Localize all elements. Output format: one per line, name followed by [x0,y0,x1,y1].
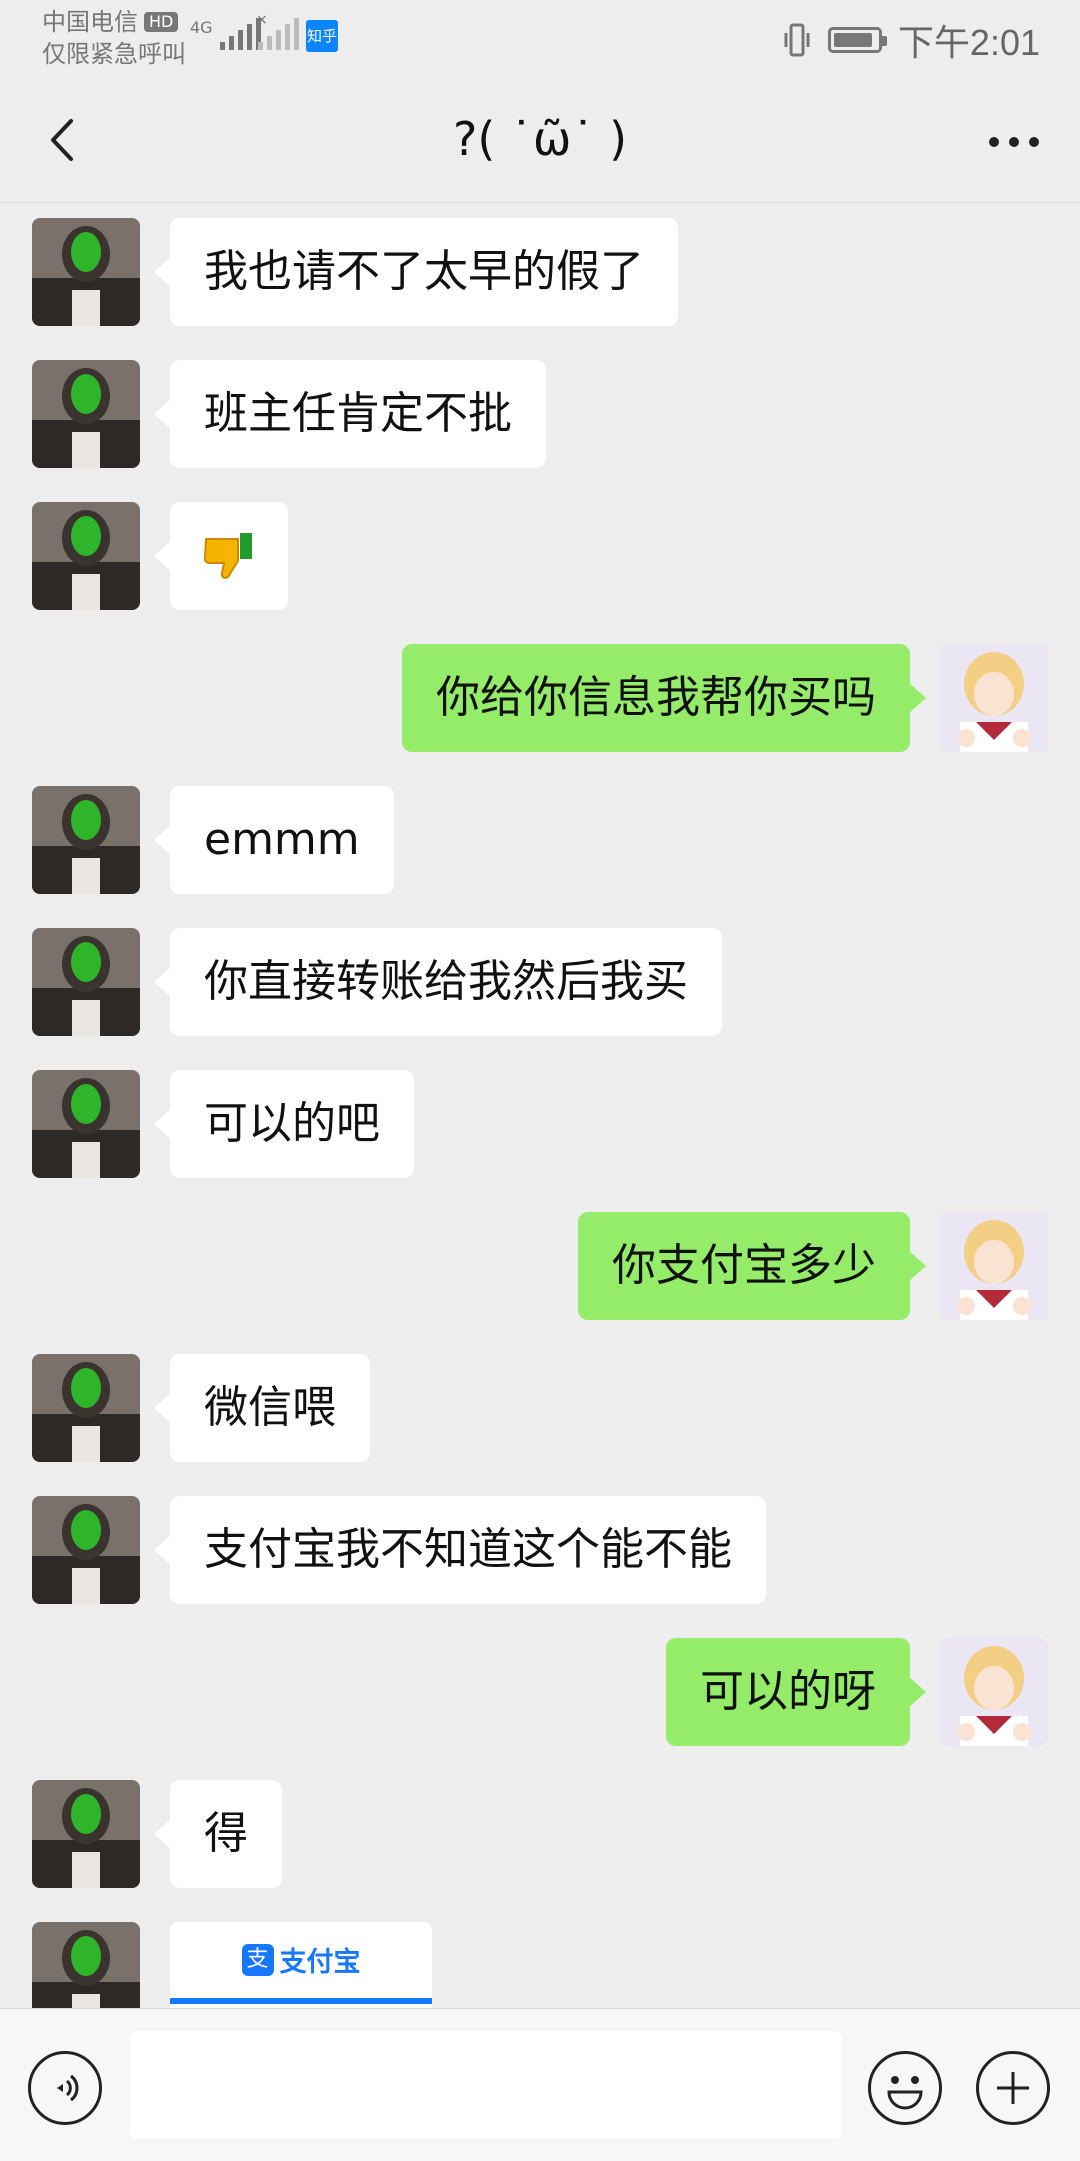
sent-message[interactable]: 可以的呀 [666,1638,926,1746]
received-message[interactable]: 可以的吧 [154,1070,414,1178]
received-message[interactable]: emmm [154,786,394,894]
contact-avatar[interactable] [32,218,140,326]
network-type: 4G [190,18,213,37]
no-signal-icon: × [256,12,299,50]
vibrate-icon [782,23,812,57]
contact-avatar[interactable] [32,1780,140,1888]
received-message[interactable]: 支付宝我不知道这个能不能 [154,1496,766,1604]
contact-avatar[interactable] [32,1496,140,1604]
received-message[interactable]: 你直接转账给我然后我买 [154,928,722,1036]
contact-avatar[interactable] [32,502,140,610]
voice-button[interactable] [28,2051,102,2125]
zhihu-app-icon: 知乎 [306,20,338,52]
thumbs-down-icon [203,533,252,579]
received-message[interactable]: 班主任肯定不批 [154,360,546,468]
my-avatar[interactable] [940,1638,1048,1746]
my-avatar[interactable] [940,644,1048,752]
alipay-card[interactable]: 支 支付宝 [170,1922,432,2008]
contact-avatar[interactable] [32,786,140,894]
received-message[interactable]: 得 [154,1780,282,1888]
received-message[interactable]: 微信喂 [154,1354,370,1462]
emoji-button[interactable] [868,2051,942,2125]
clock: 下午2:01 [897,22,1040,63]
emoji-icon [887,2076,923,2110]
voice-icon [57,2074,79,2102]
contact-avatar[interactable] [32,928,140,1036]
more-dots-icon [989,137,1039,147]
sent-message[interactable]: 你支付宝多少 [578,1212,926,1320]
carrier-name: 中国电信 [42,8,138,36]
battery-icon [827,27,887,53]
my-avatar[interactable] [940,1212,1048,1320]
message-input[interactable] [130,2031,842,2139]
emergency-only-label: 仅限紧急呼叫 [42,40,186,68]
plus-button[interactable] [976,2051,1050,2125]
received-message[interactable] [154,502,288,610]
signal-icon: 4G [190,18,261,50]
more-button[interactable] [984,112,1044,172]
message-list[interactable]: 我也请不了太早的假了 班主任肯定不批 你给你信息我帮你买吗 emmm 你直接转账… [0,202,1080,2008]
status-bar: 中国电信 HD 仅限紧急呼叫 4G × 知乎 下午2:01 [0,0,1080,78]
received-message[interactable]: 我也请不了太早的假了 [154,218,678,326]
sent-message[interactable]: 你给你信息我帮你买吗 [402,644,926,752]
alipay-label: 支付宝 [279,1947,361,1978]
alipay-card-bar [170,1998,432,2004]
input-bar [0,2008,1080,2161]
chat-header: ?( ˙ῶ˙ ) [0,78,1080,203]
hd-badge: HD [144,12,179,32]
plus-icon [997,2072,1029,2104]
contact-avatar[interactable] [32,1070,140,1178]
alipay-brand: 支 支付宝 [170,1940,432,1979]
alipay-logo-icon: 支 [241,1943,274,1976]
contact-avatar[interactable] [32,1922,140,2008]
contact-avatar[interactable] [32,360,140,468]
chat-title: ?( ˙ῶ˙ ) [452,112,628,166]
carrier-info: 中国电信 HD 仅限紧急呼叫 [42,6,186,70]
contact-avatar[interactable] [32,1354,140,1462]
